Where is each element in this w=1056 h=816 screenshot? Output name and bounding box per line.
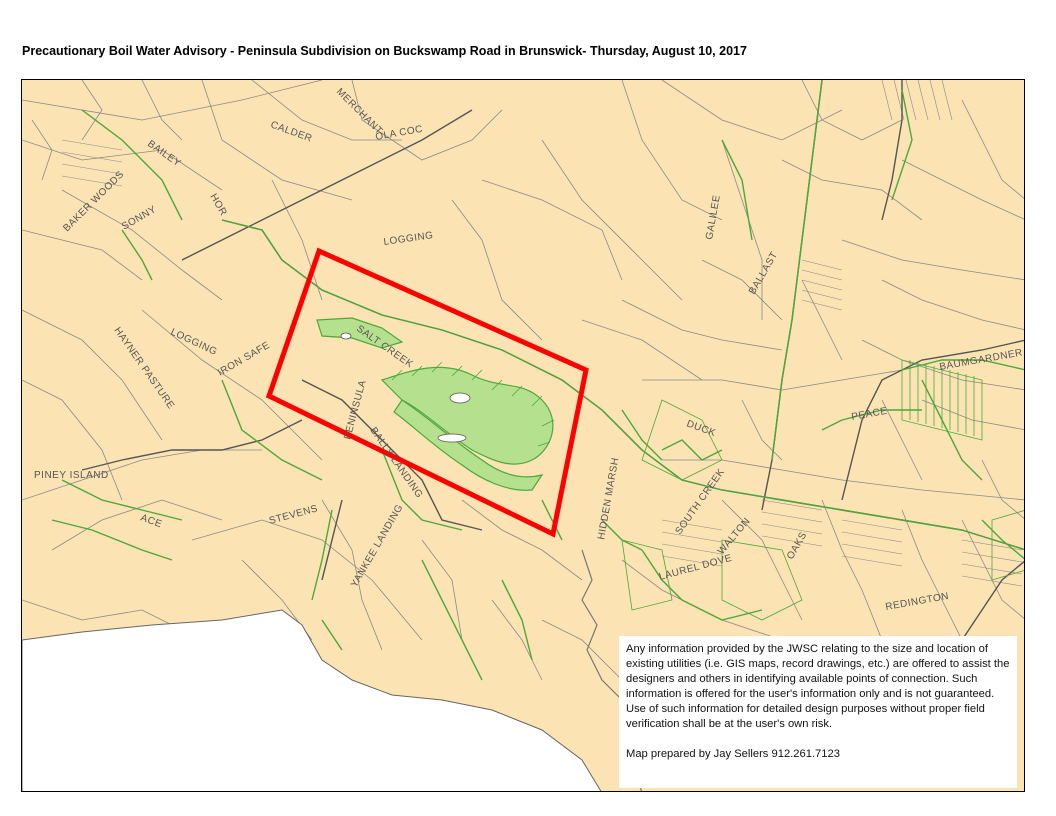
disclaimer-text: Any information provided by the JWSC rel… [626, 643, 1010, 730]
disclaimer-box: Any information provided by the JWSC rel… [619, 636, 1017, 788]
map-title: Precautionary Boil Water Advisory - Peni… [22, 44, 747, 58]
map-credit: Map prepared by Jay Sellers 912.261.7123 [626, 748, 840, 760]
road-label: PINEY ISLAND [34, 470, 109, 481]
map-frame[interactable]: CALDER MERCHANT OLA COC BAILEY BAKER WOO… [21, 79, 1025, 792]
